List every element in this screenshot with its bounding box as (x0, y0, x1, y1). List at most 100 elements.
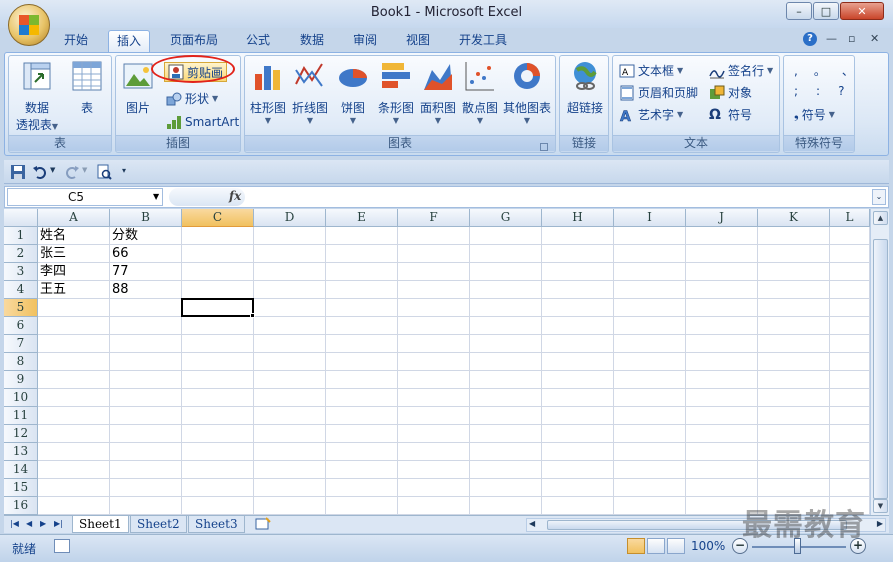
tab-home[interactable]: 开始 (56, 30, 96, 52)
row-header-6[interactable]: 6 (4, 317, 38, 335)
redo-icon[interactable] (64, 164, 80, 180)
symbol-enum-comma[interactable]: 、 (842, 62, 854, 79)
cell-B2[interactable]: 66 (110, 245, 182, 263)
chart-column-button[interactable]: 柱形图 ▼ (247, 60, 289, 125)
sheet-tab-3[interactable]: Sheet3 (188, 516, 245, 533)
prev-sheet-icon[interactable]: ◀ (26, 519, 32, 528)
normal-view-button[interactable] (627, 538, 645, 554)
select-all-corner[interactable] (4, 209, 38, 227)
customize-qat-icon[interactable]: ▾ (122, 166, 126, 175)
close-button[interactable]: ✕ (840, 2, 884, 20)
office-button[interactable] (8, 4, 50, 46)
help-icon[interactable]: ? (803, 32, 817, 46)
undo-dropdown-icon[interactable]: ▼ (50, 166, 55, 174)
scroll-right-icon[interactable]: ▶ (877, 519, 883, 528)
vertical-scrollbar[interactable]: ▲ ▼ (870, 209, 889, 515)
zoom-level[interactable]: 100% (691, 539, 725, 553)
first-sheet-icon[interactable]: |◀ (10, 519, 19, 528)
insert-function-icon[interactable]: fx (229, 189, 241, 203)
table-button[interactable]: 表 (67, 60, 107, 116)
column-header-E[interactable]: E (326, 209, 398, 227)
symbol-button[interactable]: Ω 符号 (709, 106, 752, 123)
name-box-dropdown-icon[interactable]: ▼ (153, 192, 159, 201)
wordart-button[interactable]: A 艺术字 ▼ (619, 106, 683, 123)
smartart-button[interactable]: SmartArt (166, 114, 239, 130)
print-preview-icon[interactable] (96, 164, 112, 180)
chart-bar-button[interactable]: 条形图 ▼ (375, 60, 417, 125)
minimize-button[interactable]: – (786, 2, 812, 20)
worksheet-grid[interactable]: ABCDEFGHIJKL 1 2 3 4 5 6 7 8 9 10 11 12 13 14 15 16 姓名分… (4, 209, 870, 515)
tab-developer[interactable]: 开发工具 (451, 30, 515, 52)
column-header-L[interactable]: L (830, 209, 870, 227)
cell-B3[interactable]: 77 (110, 263, 182, 281)
column-header-G[interactable]: G (470, 209, 542, 227)
tab-review[interactable]: 审阅 (345, 30, 385, 52)
charts-dialog-launcher-icon[interactable] (540, 143, 548, 151)
column-header-H[interactable]: H (542, 209, 614, 227)
row-header-12[interactable]: 12 (4, 425, 38, 443)
insert-sheet-icon[interactable] (254, 517, 272, 531)
row-header-3[interactable]: 3 (4, 263, 38, 281)
row-header-11[interactable]: 11 (4, 407, 38, 425)
textbox-button[interactable]: A 文本框 ▼ (619, 62, 683, 79)
column-header-D[interactable]: D (254, 209, 326, 227)
tab-formulas[interactable]: 公式 (238, 30, 278, 52)
special-symbol-button[interactable]: ❟ 符号 ▼ (794, 106, 835, 123)
chart-other-button[interactable]: 其他图表 ▼ (501, 60, 553, 125)
row-header-2[interactable]: 2 (4, 245, 38, 263)
hyperlink-button[interactable]: 超链接 (562, 60, 608, 116)
chart-line-button[interactable]: 折线图 ▼ (289, 60, 331, 125)
row-header-16[interactable]: 16 (4, 497, 38, 515)
row-header-15[interactable]: 15 (4, 479, 38, 497)
save-icon[interactable] (10, 164, 26, 180)
symbol-question[interactable]: ? (838, 84, 844, 98)
macro-record-icon[interactable] (54, 539, 70, 553)
sheet-tab-1[interactable]: Sheet1 (72, 516, 129, 533)
vertical-scroll-thumb[interactable] (873, 239, 888, 499)
fill-handle[interactable] (250, 313, 255, 318)
row-header-9[interactable]: 9 (4, 371, 38, 389)
next-sheet-icon[interactable]: ▶ (40, 519, 46, 528)
column-header-C[interactable]: C (182, 209, 254, 227)
column-header-A[interactable]: A (38, 209, 110, 227)
pivot-table-button[interactable]: 数据 透视表▼ (15, 60, 59, 133)
row-header-10[interactable]: 10 (4, 389, 38, 407)
name-box[interactable]: C5 (7, 188, 163, 206)
maximize-button[interactable]: □ (813, 2, 839, 20)
row-header-5[interactable]: 5 (4, 299, 38, 317)
symbol-comma[interactable]: , (794, 64, 798, 78)
header-footer-button[interactable]: 页眉和页脚 (619, 84, 698, 101)
cell-A3[interactable]: 李四 (38, 263, 110, 281)
redo-dropdown-icon[interactable]: ▼ (82, 166, 87, 174)
row-header-8[interactable]: 8 (4, 353, 38, 371)
chart-area-button[interactable]: 面积图 ▼ (417, 60, 459, 125)
sheet-tab-2[interactable]: Sheet2 (130, 516, 187, 533)
tab-view[interactable]: 视图 (398, 30, 438, 52)
scroll-up-icon[interactable]: ▲ (873, 211, 888, 225)
row-header-7[interactable]: 7 (4, 335, 38, 353)
ribbon-restore-icon[interactable]: ▫ (848, 32, 855, 45)
symbol-colon[interactable]: : (816, 84, 820, 98)
scroll-left-icon[interactable]: ◀ (529, 519, 535, 528)
column-header-F[interactable]: F (398, 209, 470, 227)
object-button[interactable]: 对象 (709, 84, 752, 101)
column-header-I[interactable]: I (614, 209, 686, 227)
symbol-period[interactable]: 。 (814, 62, 826, 79)
ribbon-minimize-icon[interactable]: — (826, 32, 837, 45)
row-header-4[interactable]: 4 (4, 281, 38, 299)
row-header-14[interactable]: 14 (4, 461, 38, 479)
column-header-K[interactable]: K (758, 209, 830, 227)
tab-data[interactable]: 数据 (292, 30, 332, 52)
column-header-J[interactable]: J (686, 209, 758, 227)
scroll-down-icon[interactable]: ▼ (873, 499, 888, 513)
column-header-B[interactable]: B (110, 209, 182, 227)
tab-insert[interactable]: 插入 (108, 30, 151, 52)
cell-A2[interactable]: 张三 (38, 245, 110, 263)
undo-icon[interactable] (32, 164, 48, 180)
cell-A1[interactable]: 姓名 (38, 227, 110, 245)
page-layout-view-button[interactable] (647, 538, 665, 554)
row-header-13[interactable]: 13 (4, 443, 38, 461)
ribbon-close-icon[interactable]: ✕ (870, 32, 879, 45)
cell-A4[interactable]: 王五 (38, 281, 110, 299)
row-header-1[interactable]: 1 (4, 227, 38, 245)
